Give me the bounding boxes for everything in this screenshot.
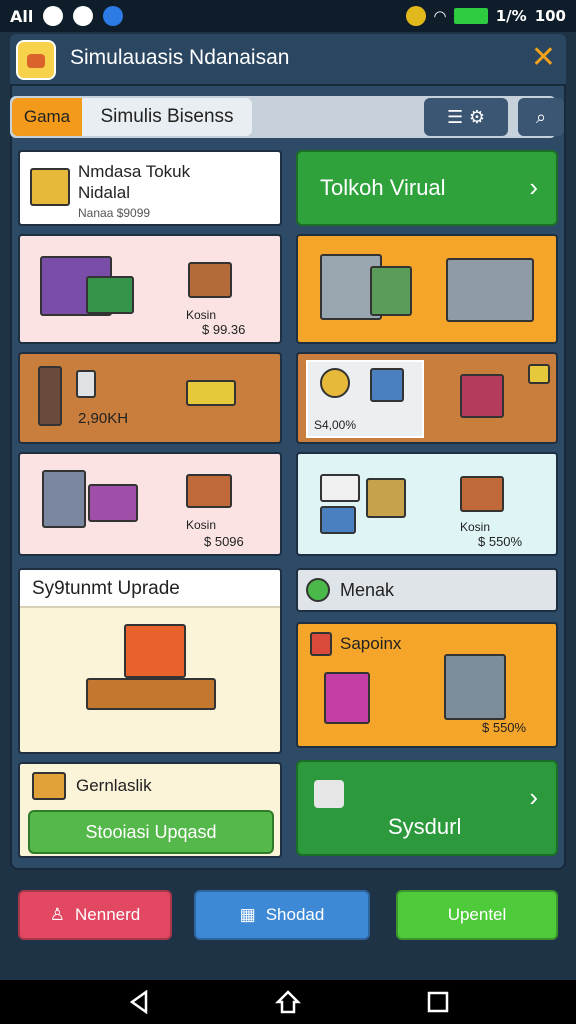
- footer-button-2[interactable]: ▦ Shodad: [194, 890, 370, 940]
- coin-icon: [320, 368, 350, 398]
- shop-item-card-2[interactable]: [296, 234, 558, 344]
- upgrade-title: Sy9tunmt Uprade: [32, 578, 180, 599]
- shop-item-card-4[interactable]: Kosin $ 550%: [296, 452, 558, 556]
- computer-icon: [124, 624, 186, 678]
- upgrade-box-icon: [32, 772, 66, 800]
- cart-icon: [86, 276, 134, 314]
- messenger-icon: [103, 6, 124, 26]
- desk-icon: [86, 678, 216, 710]
- gear-icon: ⚙: [468, 106, 485, 128]
- vending-icon: [370, 368, 404, 402]
- resource-card-1[interactable]: 2,90KH: [18, 352, 282, 444]
- upgrade-button[interactable]: Stooiasi Upqasd: [28, 810, 274, 854]
- item-name-3: Kosin: [186, 518, 217, 532]
- shop-shelf-icon: [42, 470, 86, 528]
- tab-simulation[interactable]: Simulis Bisenss: [82, 98, 252, 136]
- shop-icon: ▦: [239, 905, 256, 924]
- door-icon: [38, 366, 62, 426]
- recents-icon[interactable]: [424, 988, 452, 1016]
- chevron-right-icon: ›: [529, 782, 538, 812]
- search-button[interactable]: ⌕: [518, 98, 564, 136]
- bottle-icon: [76, 370, 96, 398]
- sapoinx-price: $ 550%: [482, 720, 527, 735]
- footer-button-1[interactable]: ♙ Nennerd: [18, 890, 172, 940]
- virtual-shop-button[interactable]: Tolkoh Virual ›: [296, 150, 558, 226]
- status-bar: All ◠ 1/% 100: [0, 0, 576, 32]
- market-stall-icon: [370, 266, 412, 316]
- footer-button-3[interactable]: Upentel: [396, 890, 558, 940]
- shop-title-line1: Nmdasa Tokuk: [78, 162, 191, 181]
- warehouse-icon: [446, 258, 534, 322]
- check-icon: [306, 578, 330, 602]
- item-price: $ 99.36: [202, 322, 246, 337]
- shop-box-icon: [30, 168, 70, 206]
- shop-kiosk-icon: [324, 672, 370, 724]
- coin-icon: [406, 6, 427, 26]
- close-icon[interactable]: ✕: [531, 40, 556, 75]
- battery-icon: [453, 8, 488, 24]
- cart-purple-icon: [88, 484, 138, 522]
- notification-icon: [43, 6, 64, 26]
- home-icon[interactable]: [274, 988, 302, 1016]
- app-header: Simulauasis Ndanaisan ✕: [10, 34, 566, 86]
- gift-icon: [310, 632, 332, 656]
- footer-label-3: Upentel: [447, 905, 507, 924]
- wifi-icon: ◠: [434, 7, 446, 25]
- sapoinx-title: Sapoinx: [340, 634, 402, 653]
- chevron-right-icon: ›: [529, 172, 538, 202]
- shop-title-line2: Nidalal: [78, 183, 130, 202]
- sapoinx-card[interactable]: Sapoinx $ 550%: [296, 622, 558, 748]
- shop-info-card[interactable]: Nmdasa Tokuk Nidalal Nanaa $9099: [18, 150, 282, 226]
- signal-text: 1/%: [495, 7, 527, 25]
- tab-game[interactable]: Gama: [12, 98, 82, 136]
- small-coin-icon: [528, 364, 550, 384]
- gold-bar-icon: [186, 380, 236, 406]
- system-button[interactable]: Sysdurl ›: [296, 760, 558, 856]
- footer-label-1: Nennerd: [75, 905, 141, 924]
- item-price-3: $ 5096: [204, 534, 244, 549]
- item-name-4: Kosin: [460, 520, 491, 534]
- page-title: Simulauasis Ndanaisan: [70, 46, 290, 69]
- box-icon: [320, 474, 360, 502]
- virtual-shop-label: Tolkoh Virual: [320, 175, 446, 200]
- building-icon: [444, 654, 506, 720]
- battery-text: 100: [534, 7, 566, 25]
- shop-subtitle: Nanaa $9099: [78, 206, 151, 220]
- carrier-text: All: [10, 6, 34, 26]
- list-icon: ☰: [446, 106, 464, 128]
- menu-label: Menak: [340, 580, 395, 600]
- resource-value-2: S4,00%: [314, 418, 357, 432]
- app-logo-icon: [16, 40, 56, 80]
- back-icon[interactable]: [126, 988, 154, 1016]
- list-settings-button[interactable]: ☰ ⚙: [424, 98, 508, 136]
- navigation-bar: [0, 980, 576, 1024]
- stall-icon: [188, 262, 232, 298]
- item-name: Kosin: [186, 308, 217, 322]
- app-notification-icon: [73, 6, 94, 26]
- item-price-4: $ 550%: [478, 534, 523, 549]
- menu-bar[interactable]: Menak: [296, 568, 558, 612]
- resource-card-2[interactable]: S4,00%: [296, 352, 558, 444]
- shop-item-card-1[interactable]: Kosin $ 99.36: [18, 234, 282, 344]
- footer-label-2: Shodad: [265, 905, 325, 924]
- resource-value: 2,90KH: [78, 410, 129, 427]
- package-icon: [366, 478, 406, 518]
- gernlaslik-title: Gernlaslik: [76, 776, 152, 795]
- search-icon: ⌕: [535, 106, 547, 128]
- stall-icon-3: [460, 476, 504, 512]
- tent-icon: [314, 780, 344, 808]
- shop-item-card-3[interactable]: Kosin $ 5096: [18, 452, 282, 556]
- person-icon: ♙: [49, 905, 66, 924]
- shop-house-icon: [460, 374, 504, 418]
- crate-icon: [320, 506, 356, 534]
- system-upgrade-card[interactable]: Sy9tunmt Uprade: [18, 568, 282, 754]
- stall-icon-2: [186, 474, 232, 508]
- system-label: Sysdurl: [388, 814, 462, 839]
